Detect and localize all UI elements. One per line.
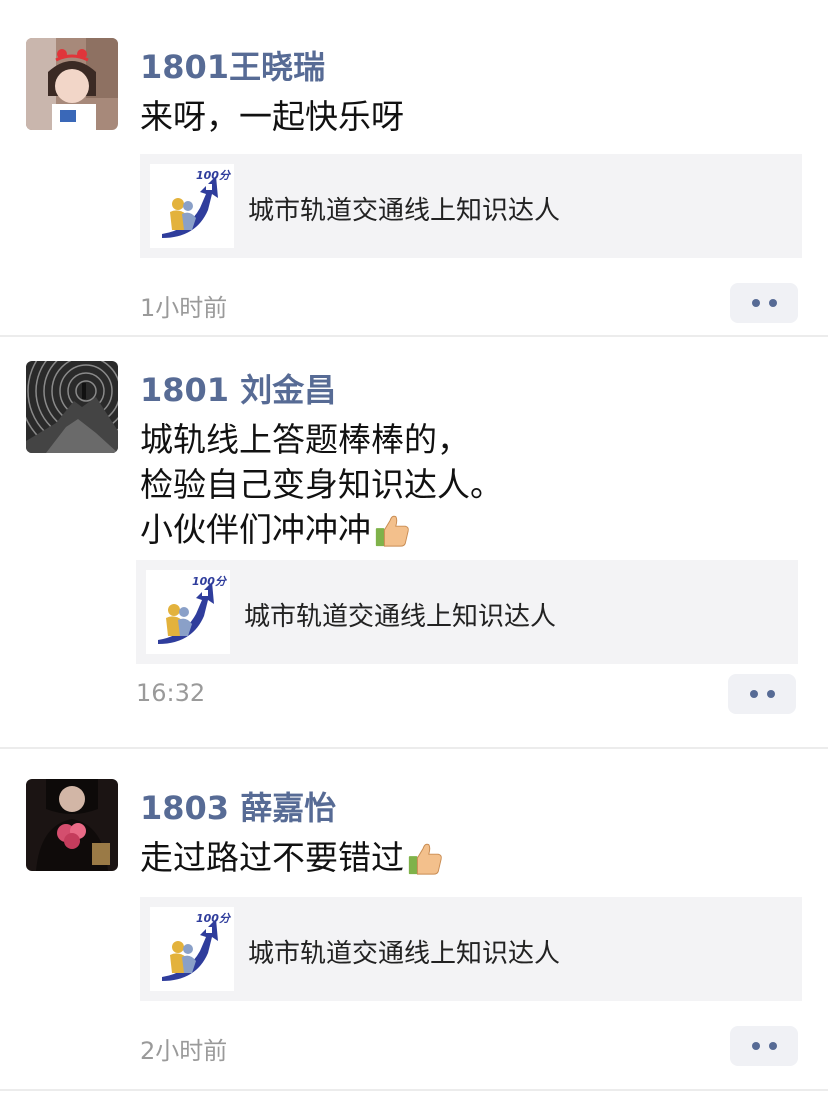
post-text-line: 小伙伴们冲冲冲 [140, 507, 503, 552]
author-name[interactable]: 1801 刘金昌 [140, 365, 336, 411]
post-text-line: 城轨线上答题棒棒的， [140, 420, 470, 459]
moment-post: 1801王晓瑞 来呀，一起快乐呀 城市轨道交通线上知识达人 1小时前 [0, 0, 828, 337]
post-timestamp: 1小时前 [140, 294, 228, 322]
moments-feed: 1801王晓瑞 来呀，一起快乐呀 城市轨道交通线上知识达人 1小时前 1801 … [0, 0, 828, 1111]
dot-icon [751, 299, 760, 307]
post-text: 走过路过不要错过 [140, 835, 444, 880]
card-thumbnail [146, 570, 230, 654]
post-timestamp: 2小时前 [140, 1037, 228, 1065]
card-title: 城市轨道交通线上知识达人 [248, 939, 561, 969]
post-text-segment: 小伙伴们冲冲冲 [140, 510, 371, 549]
avatar[interactable] [26, 361, 118, 453]
100-score-arrow-logo-icon [150, 164, 234, 248]
author-name[interactable]: 1801王晓瑞 [140, 42, 325, 88]
post-text: 城轨线上答题棒棒的， 检验自己变身知识达人。 小伙伴们冲冲冲 [140, 417, 503, 552]
girl-headband-avatar-icon [26, 38, 118, 130]
thumbs-up-emoji-icon [406, 839, 444, 877]
avatar[interactable] [26, 38, 118, 130]
more-actions-button[interactable] [728, 674, 796, 714]
moment-post: 1803 薛嘉怡 走过路过不要错过 城市轨道交通线上知识达人 2小时前 [0, 749, 828, 1091]
post-text-segment: 走过路过不要错过 [140, 838, 404, 877]
post-text-line: 来呀，一起快乐呀 [140, 97, 404, 136]
post-text: 来呀，一起快乐呀 [140, 94, 404, 139]
dot-icon [751, 1042, 760, 1050]
dot-icon [768, 299, 777, 307]
100-score-arrow-logo-icon [150, 907, 234, 991]
shared-link-card[interactable]: 城市轨道交通线上知识达人 [136, 560, 798, 664]
author-name[interactable]: 1803 薛嘉怡 [140, 783, 336, 829]
more-actions-button[interactable] [730, 1026, 798, 1066]
shared-link-card[interactable]: 城市轨道交通线上知识达人 [140, 897, 802, 1001]
more-actions-button[interactable] [730, 283, 798, 323]
dark-portrait-flowers-avatar-icon [26, 779, 118, 871]
post-text-line: 走过路过不要错过 [140, 835, 444, 880]
moment-post: 1801 刘金昌 城轨线上答题棒棒的， 检验自己变身知识达人。 小伙伴们冲冲冲 … [0, 337, 828, 749]
card-title: 城市轨道交通线上知识达人 [244, 602, 557, 632]
card-thumbnail [150, 907, 234, 991]
mountain-rings-avatar-icon [26, 361, 118, 453]
card-thumbnail [150, 164, 234, 248]
shared-link-card[interactable]: 城市轨道交通线上知识达人 [140, 154, 802, 258]
thumbs-up-emoji-icon [373, 511, 411, 549]
dot-icon [766, 690, 775, 698]
post-timestamp: 16:32 [136, 679, 206, 707]
dot-icon [749, 690, 758, 698]
100-score-arrow-logo-icon [146, 570, 230, 654]
card-title: 城市轨道交通线上知识达人 [248, 196, 561, 226]
avatar[interactable] [26, 779, 118, 871]
post-text-line: 检验自己变身知识达人。 [140, 465, 503, 504]
dot-icon [768, 1042, 777, 1050]
